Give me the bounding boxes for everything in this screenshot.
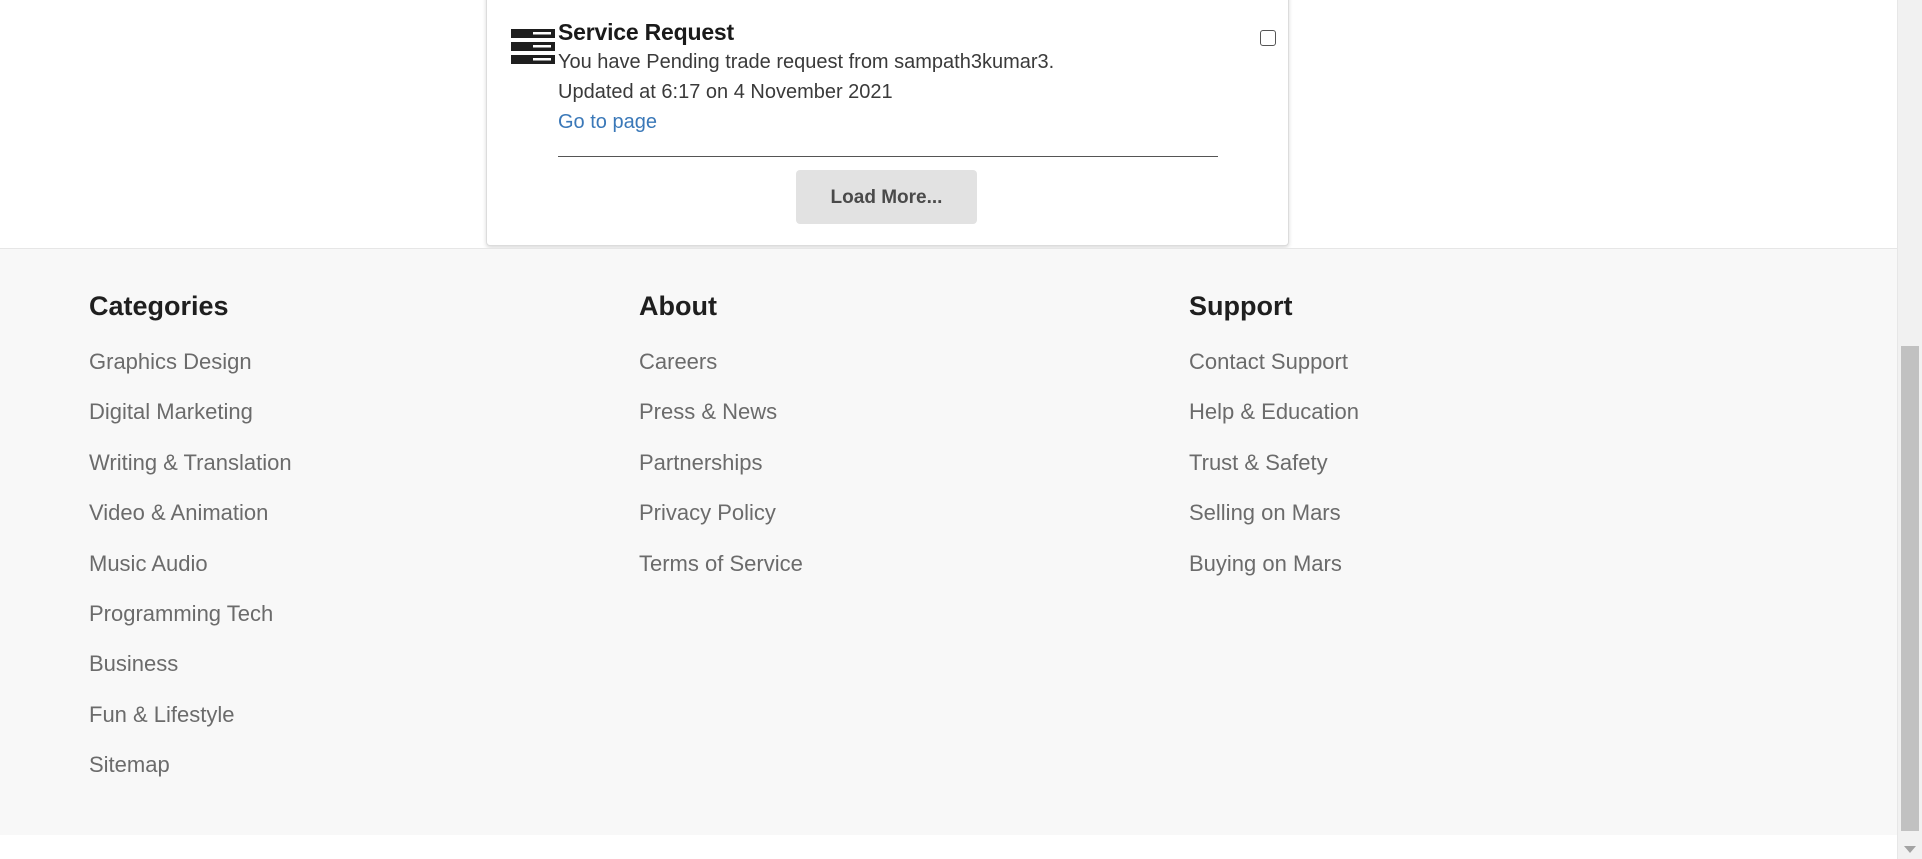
notification-message: You have Pending trade request from samp… xyxy=(558,51,1055,73)
footer-link-music-audio[interactable]: Music Audio xyxy=(89,549,292,579)
footer-list-about: Careers Press & News Partnerships Privac… xyxy=(639,347,803,579)
footer-link-careers[interactable]: Careers xyxy=(639,347,803,377)
footer-column-support: Support Contact Support Help & Education… xyxy=(1189,289,1359,599)
footer-link-terms-of-service[interactable]: Terms of Service xyxy=(639,549,803,579)
footer-link-help-education[interactable]: Help & Education xyxy=(1189,397,1359,427)
footer-heading-categories: Categories xyxy=(89,291,229,321)
notification-body: Service Request You have Pending trade r… xyxy=(558,17,1220,137)
footer-link-partnerships[interactable]: Partnerships xyxy=(639,448,803,478)
footer-link-writing-translation[interactable]: Writing & Translation xyxy=(89,448,292,478)
notification-divider xyxy=(558,156,1218,157)
notification-title: Service Request xyxy=(558,19,734,45)
footer-link-digital-marketing[interactable]: Digital Marketing xyxy=(89,397,292,427)
footer-link-programming-tech[interactable]: Programming Tech xyxy=(89,599,292,629)
footer-list-support: Contact Support Help & Education Trust &… xyxy=(1189,347,1359,579)
footer-link-contact-support[interactable]: Contact Support xyxy=(1189,347,1359,377)
footer-column-categories: Categories Graphics Design Digital Marke… xyxy=(89,289,292,801)
server-request-icon xyxy=(511,29,555,65)
go-to-page-link[interactable]: Go to page xyxy=(558,107,657,137)
footer-link-privacy-policy[interactable]: Privacy Policy xyxy=(639,498,803,528)
footer-link-sitemap[interactable]: Sitemap xyxy=(89,750,292,780)
notification-timestamp: Updated at 6:17 on 4 November 2021 xyxy=(558,81,893,103)
footer-link-fun-lifestyle[interactable]: Fun & Lifestyle xyxy=(89,700,292,730)
footer-link-buying-on-mars[interactable]: Buying on Mars xyxy=(1189,549,1359,579)
footer-column-about: About Careers Press & News Partnerships … xyxy=(639,289,803,599)
notification-card: Service Request You have Pending trade r… xyxy=(486,0,1289,246)
footer-link-graphics-design[interactable]: Graphics Design xyxy=(89,347,292,377)
load-more-button[interactable]: Load More... xyxy=(796,170,977,224)
footer-link-trust-safety[interactable]: Trust & Safety xyxy=(1189,448,1359,478)
scrollbar-thumb[interactable] xyxy=(1901,346,1919,831)
footer-list-categories: Graphics Design Digital Marketing Writin… xyxy=(89,347,292,780)
scroll-down-arrow-icon[interactable] xyxy=(1904,846,1916,853)
footer-link-video-animation[interactable]: Video & Animation xyxy=(89,498,292,528)
page-viewport: Service Request You have Pending trade r… xyxy=(0,0,1897,859)
footer-heading-support: Support xyxy=(1189,291,1293,321)
footer-link-press-news[interactable]: Press & News xyxy=(639,397,803,427)
footer-link-business[interactable]: Business xyxy=(89,649,292,679)
notification-checkbox[interactable] xyxy=(1260,30,1276,46)
site-footer: Categories Graphics Design Digital Marke… xyxy=(0,248,1897,835)
vertical-scrollbar[interactable] xyxy=(1897,0,1922,859)
footer-heading-about: About xyxy=(639,291,717,321)
footer-link-selling-on-mars[interactable]: Selling on Mars xyxy=(1189,498,1359,528)
